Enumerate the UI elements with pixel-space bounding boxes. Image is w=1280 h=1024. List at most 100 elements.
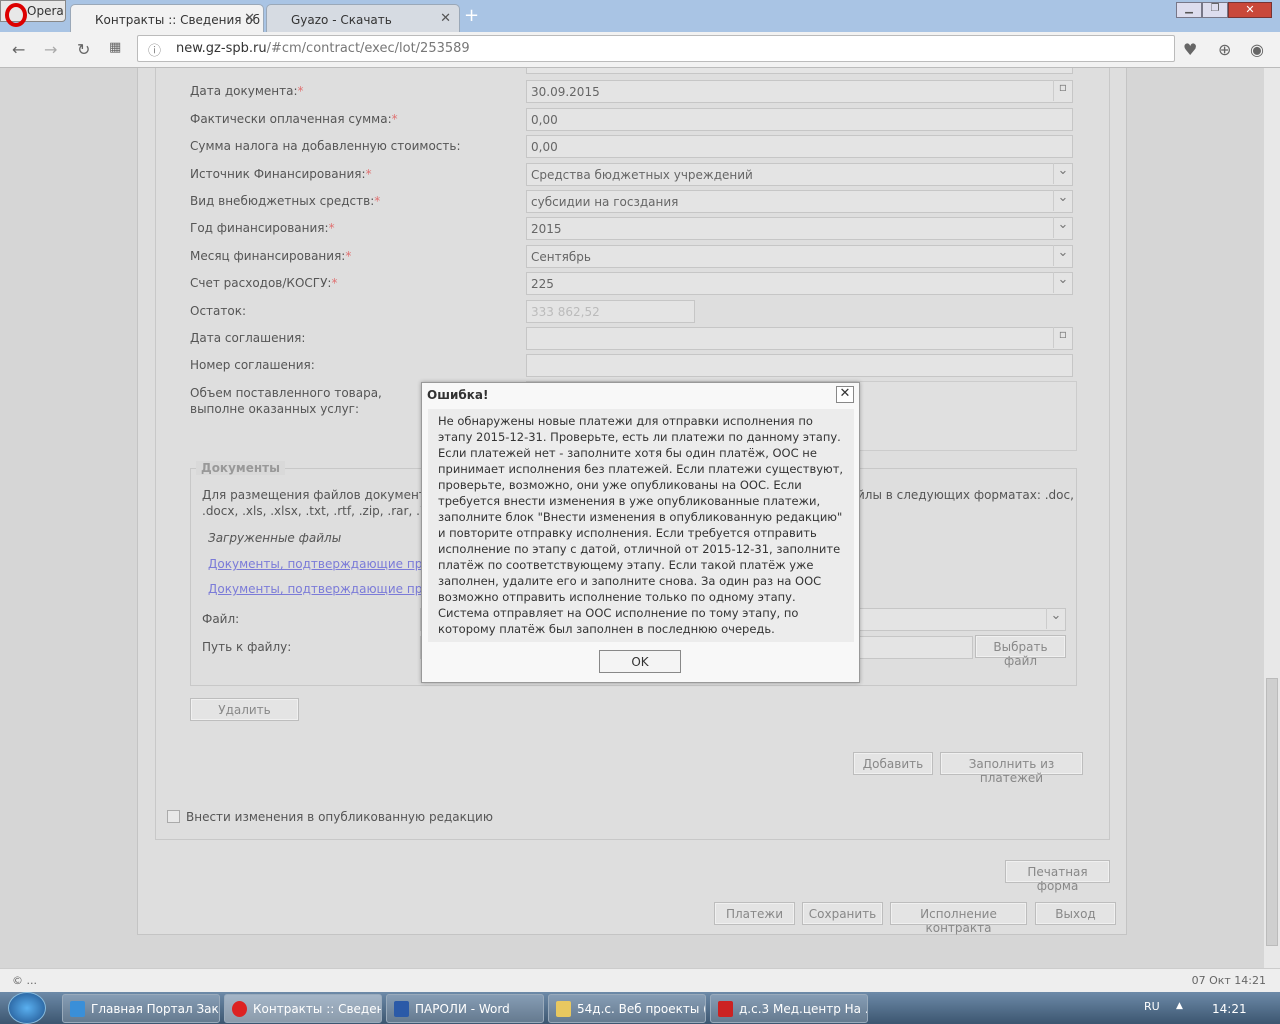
required-marker: *: [365, 167, 372, 181]
field-label: Фактически оплаченная сумма:*: [190, 112, 398, 126]
required-marker: *: [345, 249, 352, 263]
tab-contracts[interactable]: Контракты :: Сведения об ✕: [70, 4, 264, 32]
file-path-label: Путь к файлу:: [202, 640, 292, 654]
required-marker: *: [331, 276, 338, 290]
opera-icon: [232, 1001, 247, 1017]
documents-info-right: йлы в следующих форматах: .doc,: [857, 488, 1074, 502]
ok-button[interactable]: OK: [599, 650, 681, 673]
tab-gyazo[interactable]: Gyazo - Скачать ✕: [266, 4, 460, 32]
field-label: Месяц финансирования:*: [190, 249, 351, 263]
taskbar-item-pdf[interactable]: д.с.3 Мед.центр На ...: [710, 994, 868, 1023]
delete-button[interactable]: Удалить: [190, 698, 299, 721]
new-tab-icon[interactable]: +: [464, 5, 479, 26]
scrollbar-thumb[interactable]: [1266, 678, 1278, 946]
maximize-button[interactable]: ❐: [1202, 2, 1228, 18]
back-icon[interactable]: ←: [12, 40, 25, 59]
volume-label: Объем поставленного товара, выполне оказ…: [190, 386, 382, 416]
tray-expand-icon[interactable]: ▲: [1176, 1001, 1183, 1011]
publish-changes-label: Внести изменения в опубликованную редакц…: [186, 810, 493, 824]
status-datetime: 07 Окт 14:21: [1191, 974, 1266, 987]
opera-menu-button[interactable]: Opera: [0, 0, 66, 27]
save-button[interactable]: Сохранить: [802, 902, 883, 925]
field-label-text: Год финансирования:: [190, 221, 329, 235]
download-icon[interactable]: ⊕: [1218, 40, 1231, 59]
file-label: Файл:: [202, 612, 240, 626]
dialog-message: Не обнаружены новые платежи для отправки…: [428, 409, 854, 642]
field-label-text: Фактически оплаченная сумма:: [190, 112, 392, 126]
choose-file-button[interactable]: Выбрать файл: [975, 635, 1066, 668]
close-window-button[interactable]: ✕: [1228, 2, 1272, 18]
payments-button[interactable]: Платежи: [714, 902, 795, 925]
field-input[interactable]: Средства бюджетных учреждений: [526, 163, 1073, 186]
tab-bar: Opera Контракты :: Сведения об ✕ Gyazo - …: [0, 0, 1280, 32]
field-label-text: Счет расходов/КОСГУ:: [190, 276, 332, 290]
required-marker: *: [297, 84, 304, 98]
tab-label: Контракты :: Сведения об: [95, 13, 261, 27]
field-input[interactable]: 0,00: [526, 135, 1073, 158]
add-button[interactable]: Добавить: [853, 752, 933, 775]
status-bar: © ... 07 Окт 14:21: [0, 968, 1280, 992]
field-label-text: Месяц финансирования:: [190, 249, 346, 263]
field-input[interactable]: Сентябрь: [526, 245, 1073, 268]
field-label-text: Вид внебюджетных средств:: [190, 194, 375, 208]
field-input[interactable]: 30.09.2015: [526, 80, 1073, 103]
field-label: Остаток:: [190, 304, 246, 318]
field-label-text: Остаток:: [190, 304, 247, 318]
exit-button[interactable]: Выход: [1035, 902, 1116, 925]
close-tab-icon[interactable]: ✕: [244, 11, 255, 26]
previous-field[interactable]: [526, 68, 1073, 74]
taskbar-item-opera[interactable]: Контракты :: Сведен...: [224, 994, 382, 1023]
close-icon[interactable]: ✕: [836, 386, 854, 403]
uploaded-file-link[interactable]: Документы, подтверждающие прие: [208, 582, 438, 596]
task-label: Главная Портал Зак...: [91, 1002, 220, 1016]
speed-dial-icon[interactable]: ▦: [109, 40, 121, 55]
dialog-title: Ошибка!: [427, 388, 489, 402]
field-label: Номер соглашения:: [190, 358, 315, 372]
minimize-button[interactable]: ▁: [1176, 2, 1202, 18]
site-info-icon[interactable]: ⓘ: [148, 40, 161, 59]
publish-changes-checkbox[interactable]: [167, 810, 180, 823]
status-left: © ...: [12, 974, 37, 987]
documents-info: Для размещения файлов документа: [202, 488, 434, 502]
required-marker: *: [391, 112, 398, 126]
print-form-button[interactable]: Печатная форма: [1005, 860, 1110, 893]
bookmark-heart-icon[interactable]: ♥: [1183, 40, 1197, 59]
uploaded-file-link[interactable]: Документы, подтверждающие прие: [208, 557, 438, 571]
taskbar-item-ie[interactable]: Главная Портал Зак...: [62, 994, 220, 1023]
field-input[interactable]: субсидии на госздания: [526, 190, 1073, 213]
field-input[interactable]: [526, 354, 1073, 377]
field-input[interactable]: 225: [526, 272, 1073, 295]
word-icon: [394, 1001, 409, 1017]
error-dialog: Ошибка! ✕ Не обнаружены новые платежи дл…: [421, 382, 860, 683]
field-label-text: Дата соглашения:: [190, 331, 306, 345]
start-button[interactable]: [8, 992, 46, 1024]
field-label-text: Дата документа:: [190, 84, 298, 98]
field-label: Год финансирования:*: [190, 221, 335, 235]
documents-legend: Документы: [196, 461, 285, 475]
fill-from-payments-button[interactable]: Заполнить из платежей: [940, 752, 1083, 785]
forward-icon[interactable]: →: [44, 40, 57, 59]
field-label-text: Источник Финансирования:: [190, 167, 366, 181]
clock[interactable]: 14:21: [1212, 1002, 1247, 1016]
taskbar-item-folder[interactable]: 54д.с. Веб проекты (...: [548, 994, 706, 1023]
language-indicator[interactable]: RU: [1144, 1000, 1160, 1013]
field-input: 333 862,52: [526, 300, 695, 323]
contract-execution-button[interactable]: Исполнение контракта: [890, 902, 1027, 935]
field-input[interactable]: [526, 327, 1073, 350]
field-label: Счет расходов/КОСГУ:*: [190, 276, 337, 290]
field-label: Дата соглашения:: [190, 331, 305, 345]
taskbar-item-word[interactable]: ПАРОЛИ - Word: [386, 994, 544, 1023]
required-marker: *: [374, 194, 381, 208]
field-input[interactable]: 0,00: [526, 108, 1073, 131]
reload-icon[interactable]: ↻: [77, 40, 90, 59]
address-bar[interactable]: ⓘ new.gz-spb.ru/#cm/contract/exec/lot/253…: [137, 35, 1175, 62]
folder-icon: [556, 1001, 571, 1017]
opera-label: Opera: [27, 4, 64, 18]
field-input[interactable]: 2015: [526, 217, 1073, 240]
task-label: ПАРОЛИ - Word: [415, 1002, 510, 1016]
task-label: Контракты :: Сведен...: [253, 1002, 382, 1016]
close-tab-icon[interactable]: ✕: [440, 11, 451, 26]
field-label: Вид внебюджетных средств:*: [190, 194, 380, 208]
extension-icon[interactable]: ◉: [1250, 40, 1264, 59]
ie-icon: [70, 1001, 85, 1017]
